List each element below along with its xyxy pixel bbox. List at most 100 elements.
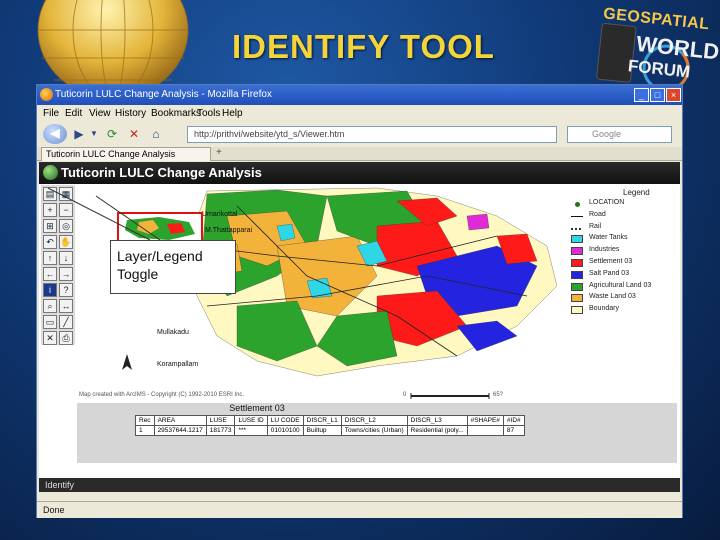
pan-north-icon[interactable]: ↑ [43,251,57,265]
select-rect-icon[interactable]: ▭ [43,315,57,329]
legend-label: Boundary [589,305,619,313]
table-cell: 181773 [205,425,236,436]
industry-polygon[interactable] [466,213,490,231]
navigation-toolbar: ◀ ▶ ▼ ⟳ ✕ ⌂ http://prithvi/website/ytd_s… [37,122,682,147]
table-header-cell: #ID# [502,415,525,426]
legend-label: Agricultural Land 03 [589,281,652,289]
find-icon[interactable]: ⌕ [43,299,57,313]
identify-bar: Identify [39,478,680,492]
maximize-button[interactable]: □ [650,88,665,102]
results-layer-title: Settlement 03 [229,403,285,413]
map-toolbar: ▤ ▦ + − ⊞ ◎ ↶ ✋ ↑ ↓ ← → i? ⌕ ↔ ▭ ╱ ✕ ⎙ [41,185,75,345]
menu-file[interactable]: File [43,108,59,119]
layer-legend-toggle-callout: Layer/Legend Toggle [110,240,236,294]
pan-icon[interactable]: ✋ [59,235,73,249]
table-header-cell: LUSE ID [234,415,268,426]
menu-bar: File Edit View History Bookmarks Tools H… [37,105,682,122]
back-extent-icon[interactable]: ↶ [43,235,57,249]
legend-swatch [571,270,583,279]
legend-swatch [571,282,583,291]
full-extent-icon[interactable]: ⊞ [43,219,57,233]
menu-history[interactable]: History [115,108,146,119]
scale-bar [410,393,490,399]
table-cell: 01010100 [266,425,304,436]
table-cell: 29537644.1217 [153,425,207,436]
table-header-cell: LUSE [205,415,236,426]
firefox-icon [40,88,53,101]
map-footer: Map created with ArcIMS - Copyright (C) … [77,389,677,403]
table-header-cell: AREA [153,415,207,426]
table-cell: Towns/cities (Urban) [340,425,408,436]
menu-help[interactable]: Help [222,108,243,119]
table-cell: *** [234,425,268,436]
tab-tuticorin[interactable]: Tuticorin LULC Change Analysis [41,147,211,161]
clear-icon[interactable]: ✕ [43,331,57,345]
app-header: Tuticorin LULC Change Analysis [39,162,680,184]
table-header-cell: DISCR_L3 [406,415,468,426]
table-header-cell: Rec [135,415,155,426]
layer-toggle-icon[interactable]: ▤ [43,187,57,201]
print-icon[interactable]: ⎙ [59,331,73,345]
legend-swatch [571,247,583,256]
zoom-in-icon[interactable]: + [43,203,57,217]
pan-west-icon[interactable]: ← [43,267,57,281]
zoom-active-icon[interactable]: ◎ [59,219,73,233]
stop-icon[interactable]: ✕ [125,125,143,143]
menu-bookmarks[interactable]: Bookmarks [151,108,201,119]
results-table: Rec AREA LUSE LUSE ID LU CODE DISCR_L1 DISCR_L… [135,415,525,436]
table-cell: 1 [135,425,155,436]
map-place-label: M.Thattapparai [205,227,253,234]
menu-view[interactable]: View [89,108,111,119]
menu-edit[interactable]: Edit [65,108,82,119]
legend-swatch [571,294,583,303]
scale-start: 0 [403,392,407,398]
legend-label: Rail [589,222,602,230]
north-arrow-icon [122,354,132,370]
legend-swatch [571,306,583,315]
map-place-label: Mullakadu [157,329,189,336]
table-cell [466,425,504,436]
legend-icon[interactable]: ▦ [59,187,73,201]
reload-icon[interactable]: ⟳ [103,125,121,143]
legend-swatch [571,227,583,230]
legend-label: LOCATION [589,199,625,206]
query-icon[interactable]: ? [59,283,73,297]
page-content: Tuticorin LULC Change Analysis ▤ ▦ + − ⊞ ◎ ↶ ✋ ↑… [39,162,680,492]
url-input[interactable]: http://prithvi/website/ytd_s/Viewer.htm [187,126,557,143]
measure-icon[interactable]: ↔ [59,299,73,313]
back-icon[interactable]: ◀ [43,124,67,144]
table-cell: Builtup [302,425,342,436]
home-icon[interactable]: ⌂ [147,125,165,143]
menu-tools[interactable]: Tools [197,108,220,119]
table-row[interactable]: 1 29537644.1217 181773 *** 01010100 Builtup To… [135,425,525,436]
window-titlebar: Tuticorin LULC Change Analysis - Mozilla… [37,85,682,105]
legend-swatch [571,259,583,267]
forward-icon[interactable]: ▶ [71,125,87,143]
legend-label: Industries [589,246,620,254]
dropdown-icon[interactable]: ▼ [89,125,99,143]
app-title: Tuticorin LULC Change Analysis [61,165,262,180]
scale-end: 65? [493,392,504,398]
pan-south-icon[interactable]: ↓ [59,251,73,265]
tab-strip: Tuticorin LULC Change Analysis + [37,147,682,161]
identify-icon[interactable]: i [43,283,57,297]
legend-swatch [575,202,580,207]
table-header-cell: DISCR_L2 [340,415,408,426]
map-place-label: Korampallam [157,361,198,368]
legend-swatch [571,235,583,244]
search-input[interactable]: Google [567,126,672,143]
table-header-cell: LU CODE [266,415,304,426]
new-tab-button[interactable]: + [216,147,222,158]
legend-swatch [571,215,583,217]
zoom-out-icon[interactable]: − [59,203,73,217]
minimize-button[interactable]: _ [634,88,649,102]
browser-window: Tuticorin LULC Change Analysis - Mozilla… [36,84,683,518]
close-button[interactable]: × [666,88,681,102]
legend-label: Water Tanks [589,234,628,242]
legend-label: Waste Land 03 [589,293,636,301]
pan-east-icon[interactable]: → [59,267,73,281]
map-place-label: Umarikottal [202,211,238,218]
callout-line1: Layer/Legend [117,248,203,264]
map-credit: Map created with ArcIMS - Copyright (C) … [79,392,245,398]
select-line-icon[interactable]: ╱ [59,315,73,329]
